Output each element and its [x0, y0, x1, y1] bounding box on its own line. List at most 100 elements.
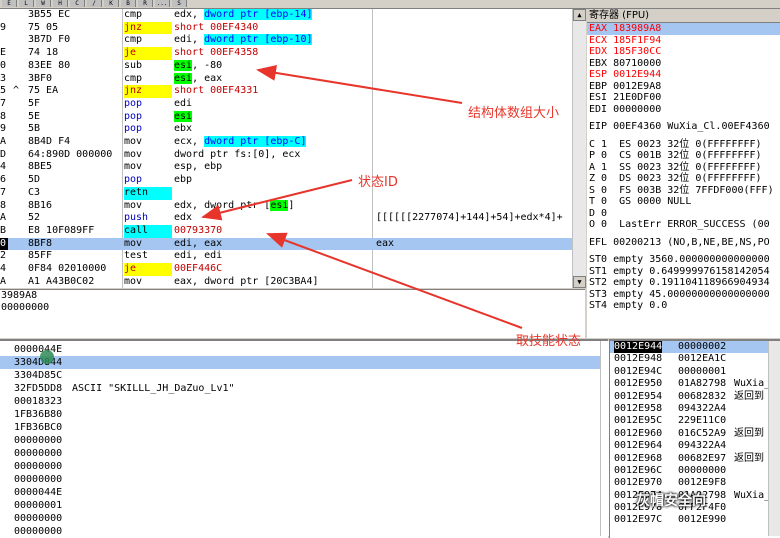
disasm-row[interactable]: 6 5D pop ebp	[0, 174, 585, 187]
disasm-address: 0	[0, 237, 8, 251]
register-line[interactable]: ST2 empty 0.191104118966904934	[587, 277, 780, 289]
dump-value: 3304D85C	[14, 370, 63, 381]
disasm-row[interactable]: A A1 A43B0C02 mov eax, dword ptr [20C3BA4]	[0, 276, 585, 288]
dump-row[interactable]: 3304D844	[0, 356, 608, 369]
disasm-row[interactable]: 0 83EE 80 sub esi, -80	[0, 59, 585, 73]
dump-scrollbar[interactable]	[600, 341, 609, 536]
registers-pane[interactable]: 寄存器 (FPU) EAX 183989A8 ECX 185F1F94 EDX 18…	[587, 9, 780, 338]
register-line[interactable]: C 1 ES 0023 32位 0(FFFFFFFF)	[587, 139, 780, 151]
disasm-row[interactable]: 3B55 EC cmp edx, dword ptr [ebp-14]	[0, 9, 585, 22]
disasm-row[interactable]: 4 0F84 02010000 je 00EF446C	[0, 263, 585, 276]
register-line[interactable]: A 1 SS 0023 32位 0(FFFFFFFF)	[587, 162, 780, 174]
disasm-row[interactable]: 4 8BE5 mov esp, ebp	[0, 161, 585, 174]
dump-row[interactable]: 00000000	[0, 434, 608, 447]
toolbar-button[interactable]: K	[104, 0, 119, 7]
register-line[interactable]: T 0 GS 0000 NULL	[587, 196, 780, 208]
dump-row[interactable]: 00000000	[0, 460, 608, 473]
stack-row[interactable]: 0012E95C 229E11C0	[610, 415, 780, 427]
dump-row[interactable]: 3304D85C	[0, 369, 608, 382]
disasm-row[interactable]: 7 C3 retn	[0, 186, 585, 200]
dump-row[interactable]: 1FB36BC0	[0, 421, 608, 434]
register-line[interactable]: EBX 80710000	[587, 58, 780, 70]
register-line[interactable]: ST3 empty 45.00000000000000000	[587, 289, 780, 301]
register-line[interactable]: EFL 00200213 (NO,B,NE,BE,NS,PO	[587, 237, 780, 249]
disasm-row[interactable]: 8 8B16 mov edx, dword ptr [esi]	[0, 199, 585, 213]
toolbar-button[interactable]: B	[121, 0, 136, 7]
disasm-mnemonic: cmp	[124, 72, 143, 84]
stack-row[interactable]: 0012E954 00682832 返回到 W	[610, 391, 780, 403]
dump-row[interactable]: 00000001	[0, 499, 608, 512]
stack-row[interactable]: 0012E944 00000002	[610, 341, 780, 354]
dump-row[interactable]: 0000044E	[0, 486, 608, 499]
disasm-row[interactable]: B E8 10F089FF call 00793370	[0, 224, 585, 238]
disasm-row[interactable]: 0 8BF8 mov edi, eax eax	[0, 237, 585, 251]
disasm-row[interactable]: A 52 push edx [[[[[[2277074]+144]+54]+edx*4]…	[0, 212, 585, 225]
disassembly-scrollbar[interactable]: ▲ ▼	[572, 9, 586, 288]
dump-value: 00000000	[14, 513, 63, 524]
stack-row[interactable]: 0012E94C 00000001	[610, 366, 780, 378]
dump-row[interactable]: 00000000	[0, 447, 608, 460]
register-line[interactable]: EDI 00000000	[587, 104, 780, 116]
dump-row[interactable]: 00000000	[0, 512, 608, 525]
scroll-up-icon[interactable]: ▲	[573, 9, 586, 21]
register-line[interactable]: ECX 185F1F94	[587, 35, 780, 47]
stack-row[interactable]: 0012E958 094322A4	[610, 403, 780, 415]
register-line[interactable]: D 0	[587, 208, 780, 220]
register-line[interactable]: ST1 empty 0.649999976158142054	[587, 266, 780, 278]
stack-row[interactable]: 0012E968 00682E97 返回到 W	[610, 453, 780, 465]
dump-row[interactable]: 00018323	[0, 395, 608, 408]
register-line[interactable]: O 0 LastErr ERROR_SUCCESS (00	[587, 219, 780, 231]
stack-address: 0012E94C	[614, 365, 663, 377]
register-line[interactable]: P 0 CS 001B 32位 0(FFFFFFFF)	[587, 150, 780, 162]
register-line[interactable]: ESP 0012E944	[587, 69, 780, 81]
stack-row[interactable]: 0012E948 0012EA1C	[610, 353, 780, 365]
disasm-address: A	[0, 275, 7, 287]
register-line[interactable]: ST0 empty 3560.000000000000000	[587, 254, 780, 266]
disasm-row[interactable]: 3 3BF0 cmp esi, eax	[0, 72, 585, 86]
stack-row[interactable]: 0012E960 016C52A9 返回到 W	[610, 428, 780, 440]
stack-row[interactable]: 0012E950 01A82798 WuXia_Cl	[610, 378, 780, 390]
memory-dump-pane[interactable]: 0000044E 3304D844 3304D85C 32FD5DD8 ASCII "S…	[0, 339, 608, 538]
toolbar-button[interactable]: S	[172, 0, 187, 7]
dump-row[interactable]: 00000000	[0, 525, 608, 538]
disasm-row[interactable]: 5 ^ 75 EA jnz short 00EF4331	[0, 85, 585, 98]
register-line[interactable]: ST4 empty 0.0	[587, 300, 780, 312]
dump-row[interactable]: 00000000	[0, 473, 608, 486]
disasm-mnemonic: mov	[124, 161, 143, 173]
toolbar-button[interactable]: W	[36, 0, 51, 7]
disasm-comment: eax	[376, 237, 395, 249]
disasm-row[interactable]: 2 85FF test edi, edi	[0, 250, 585, 263]
register-line[interactable]: S 0 FS 003B 32位 7FFDF000(FFF)	[587, 185, 780, 197]
disasm-row[interactable]: 9 75 05 jnz short 00EF4340	[0, 21, 585, 35]
dump-row[interactable]: 32FD5DD8 ASCII "SKILLL_JH_DaZuo_Lv1"	[0, 382, 608, 395]
disasm-address: A	[0, 136, 7, 147]
disasm-row[interactable]: A 8B4D F4 mov ecx, dword ptr [ebp-C]	[0, 136, 585, 149]
stack-row[interactable]: 0012E96C 00000000	[610, 465, 780, 477]
dump-row[interactable]: 1FB36B80	[0, 408, 608, 421]
stack-row[interactable]: 0012E964 094322A4	[610, 440, 780, 452]
toolbar-button[interactable]: R	[138, 0, 153, 7]
toolbar-button[interactable]: ...	[155, 0, 170, 7]
disasm-row[interactable]: 3B7D F0 cmp edi, dword ptr [ebp-10]	[0, 34, 585, 47]
disasm-hex: C3	[28, 186, 41, 198]
toolbar-button[interactable]: C	[70, 0, 85, 7]
stack-scrollbar[interactable]	[768, 341, 780, 536]
disasm-row[interactable]: 9 5B pop ebx	[0, 123, 585, 136]
stack-address: 0012E96C	[614, 464, 663, 476]
register-line[interactable]: Z 0 DS 0023 32位 0(FFFFFFFF)	[587, 173, 780, 185]
toolbar-button[interactable]: L	[19, 0, 34, 7]
scroll-down-icon[interactable]: ▼	[573, 276, 586, 288]
toolbar-button[interactable]: H	[53, 0, 68, 7]
register-line[interactable]: ESI 21E0DF00	[587, 92, 780, 104]
toolbar-button[interactable]: /	[87, 0, 102, 7]
disasm-row[interactable]: D 64:890D 000000 mov dword ptr fs:[0], ecx	[0, 149, 585, 162]
register-line[interactable]: EAX 183989A8	[587, 23, 780, 35]
toolbar-button[interactable]: E	[2, 0, 17, 7]
register-line[interactable]: EIP 00EF4360 WuXia_Cl.00EF4360	[587, 121, 780, 133]
disassembly-pane[interactable]: 3B55 EC cmp edx, dword ptr [ebp-14] 9 75 05 j…	[0, 9, 586, 288]
register-line[interactable]: EBP 0012E9A8	[587, 81, 780, 93]
stack-row[interactable]: 0012E970 0012E9F8	[610, 477, 780, 489]
register-line[interactable]: EDX 185F30CC	[587, 46, 780, 58]
disasm-row[interactable]: E 74 18 je short 00EF4358	[0, 47, 585, 60]
stack-row[interactable]: 0012E97C 0012E990	[610, 514, 780, 526]
